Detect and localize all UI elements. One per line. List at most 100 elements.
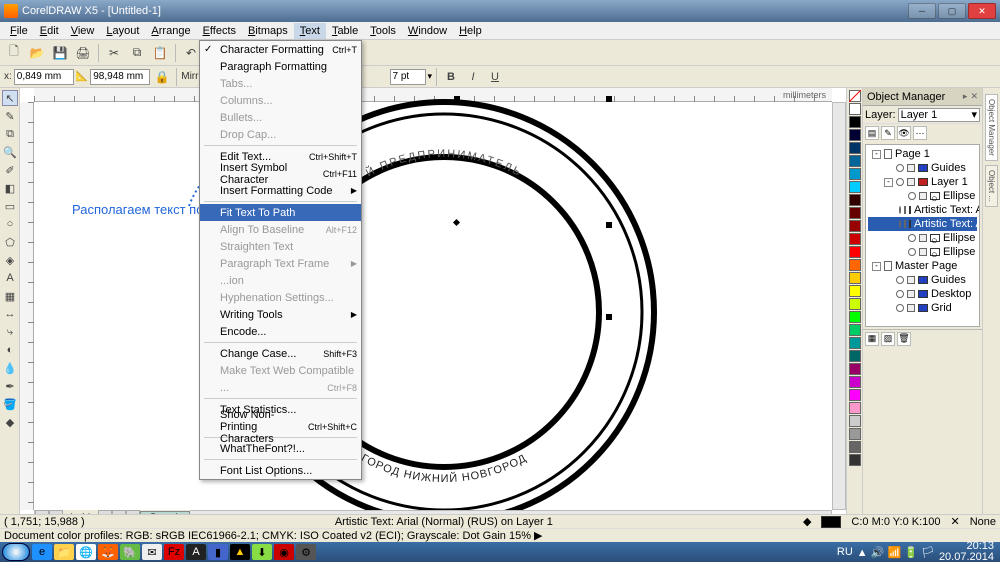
menu-help[interactable]: Help xyxy=(453,23,488,39)
color-swatch[interactable] xyxy=(849,337,861,349)
open-icon[interactable]: 📂 xyxy=(27,43,47,63)
color-swatch[interactable] xyxy=(849,324,861,336)
color-swatch[interactable] xyxy=(849,389,861,401)
eyedropper-tool-icon[interactable]: 💧 xyxy=(2,360,18,376)
color-swatch[interactable] xyxy=(849,415,861,427)
menu-item[interactable]: Insert Symbol CharacterCtrl+F11 xyxy=(200,165,361,182)
evernote-icon[interactable]: 🐘 xyxy=(120,544,140,560)
menu-table[interactable]: Table xyxy=(326,23,364,39)
polygon-tool-icon[interactable]: ⬠ xyxy=(2,234,18,250)
lock-ratio-icon[interactable]: 🔒 xyxy=(152,67,172,87)
save-icon[interactable]: 💾 xyxy=(50,43,70,63)
tree-item[interactable]: -Layer 1 xyxy=(868,175,977,189)
object-tree[interactable]: -Page 1Guides-Layer 1○EllipseArtistic Te… xyxy=(865,144,980,327)
tree-item[interactable]: Desktop xyxy=(868,287,977,301)
panel-opts-icon[interactable]: ⋯ xyxy=(913,126,927,140)
fill-swatch[interactable] xyxy=(821,516,841,528)
minimize-button[interactable]: ─ xyxy=(908,3,936,19)
color-swatch[interactable] xyxy=(849,259,861,271)
delete-icon[interactable]: 🗑 xyxy=(897,332,911,346)
menu-arrange[interactable]: Arrange xyxy=(145,23,196,39)
color-swatch[interactable] xyxy=(849,311,861,323)
color-swatch[interactable] xyxy=(849,441,861,453)
ellipse-tool-icon[interactable]: ○ xyxy=(2,216,18,232)
color-swatch[interactable] xyxy=(849,246,861,258)
tree-item[interactable]: ○Ellipse xyxy=(868,245,977,259)
menu-layout[interactable]: Layout xyxy=(100,23,145,39)
new-layer-icon[interactable]: ▦ xyxy=(865,332,879,346)
italic-icon[interactable]: I xyxy=(463,67,483,87)
undo-icon[interactable]: ↶ xyxy=(181,43,201,63)
paste-icon[interactable]: 📋 xyxy=(150,43,170,63)
zoom-tool-icon[interactable]: 🔍 xyxy=(2,144,18,160)
menu-view[interactable]: View xyxy=(65,23,101,39)
selection-handle[interactable] xyxy=(606,314,612,320)
new-icon[interactable]: 🗋 xyxy=(4,43,24,63)
color-swatch[interactable] xyxy=(849,233,861,245)
outline-tool-icon[interactable]: ✒ xyxy=(2,378,18,394)
menu-item[interactable]: Fit Text To Path xyxy=(200,204,361,221)
tray-lang[interactable]: RU xyxy=(837,546,853,558)
menu-item[interactable]: Encode... xyxy=(200,323,361,340)
tree-item[interactable]: Guides xyxy=(868,161,977,175)
color-swatch[interactable] xyxy=(849,428,861,440)
menu-item[interactable]: WhatTheFont?!... xyxy=(200,440,361,457)
scrollbar-vertical[interactable] xyxy=(832,102,846,510)
y-input[interactable] xyxy=(90,69,150,85)
no-fill-swatch[interactable] xyxy=(849,90,861,102)
tree-item[interactable]: ○Ellipse xyxy=(868,231,977,245)
ps-icon[interactable]: A xyxy=(186,544,206,560)
menu-item[interactable]: Change Case...Shift+F3 xyxy=(200,345,361,362)
dimension-tool-icon[interactable]: ↔ xyxy=(2,306,18,322)
explorer-icon[interactable]: 📁 xyxy=(54,544,74,560)
tree-item[interactable]: Artistic Text: Ari xyxy=(868,217,977,231)
interactive-fill-icon[interactable]: ◆ xyxy=(2,414,18,430)
print-icon[interactable]: 🖨 xyxy=(73,43,93,63)
panel-layer-icon[interactable]: ▤ xyxy=(865,126,879,140)
close-button[interactable]: ✕ xyxy=(968,3,996,19)
pick-tool-icon[interactable]: ↖ xyxy=(2,90,18,106)
color-swatch[interactable] xyxy=(849,194,861,206)
selection-handle[interactable] xyxy=(454,96,460,102)
color-swatch[interactable] xyxy=(849,285,861,297)
selection-handle[interactable] xyxy=(606,222,612,228)
color-swatch[interactable] xyxy=(849,363,861,375)
smart-fill-icon[interactable]: ◧ xyxy=(2,180,18,196)
app4-icon[interactable]: ◉ xyxy=(274,544,294,560)
tree-item[interactable]: -Master Page xyxy=(868,259,977,273)
color-swatch[interactable] xyxy=(849,454,861,466)
color-swatch[interactable] xyxy=(849,402,861,414)
menu-item[interactable]: Font List Options... xyxy=(200,462,361,479)
maximize-button[interactable]: ▢ xyxy=(938,3,966,19)
x-input[interactable] xyxy=(14,69,74,85)
menu-item[interactable]: Show Non-Printing CharactersCtrl+Shift+C xyxy=(200,418,361,435)
connector-tool-icon[interactable]: ⤷ xyxy=(2,324,18,340)
color-swatch[interactable] xyxy=(849,168,861,180)
tree-item[interactable]: Guides xyxy=(868,273,977,287)
app2-icon[interactable]: ▲ xyxy=(230,544,250,560)
menu-window[interactable]: Window xyxy=(402,23,453,39)
shape-tool-icon[interactable]: ✎ xyxy=(2,108,18,124)
tab-object-manager[interactable]: Object Manager xyxy=(985,94,998,161)
color-swatch[interactable] xyxy=(849,207,861,219)
rectangle-tool-icon[interactable]: ▭ xyxy=(2,198,18,214)
fz-icon[interactable]: Fz xyxy=(164,544,184,560)
layer-select[interactable]: Layer 1▾ xyxy=(898,108,980,122)
new-master-icon[interactable]: ▨ xyxy=(881,332,895,346)
color-swatch[interactable] xyxy=(849,272,861,284)
firefox-icon[interactable]: 🦊 xyxy=(98,544,118,560)
table-tool-icon[interactable]: ▦ xyxy=(2,288,18,304)
color-swatch[interactable] xyxy=(849,181,861,193)
cut-icon[interactable]: ✂ xyxy=(104,43,124,63)
ie-icon[interactable]: e xyxy=(32,544,52,560)
tree-item[interactable]: -Page 1 xyxy=(868,147,977,161)
color-swatch[interactable] xyxy=(849,376,861,388)
start-button[interactable] xyxy=(2,543,30,561)
app5-icon[interactable]: ⚙ xyxy=(296,544,316,560)
chrome-icon[interactable]: 🌐 xyxy=(76,544,96,560)
system-tray[interactable]: RU ▲ 🔊 📶 🔋 🏳 20:13 20.07.2014 xyxy=(837,541,998,563)
app-icon[interactable]: ▮ xyxy=(208,544,228,560)
tab-other[interactable]: Object ... xyxy=(985,165,998,207)
menu-effects[interactable]: Effects xyxy=(197,23,242,39)
panel-expand-icon[interactable]: ▸ xyxy=(963,91,968,102)
